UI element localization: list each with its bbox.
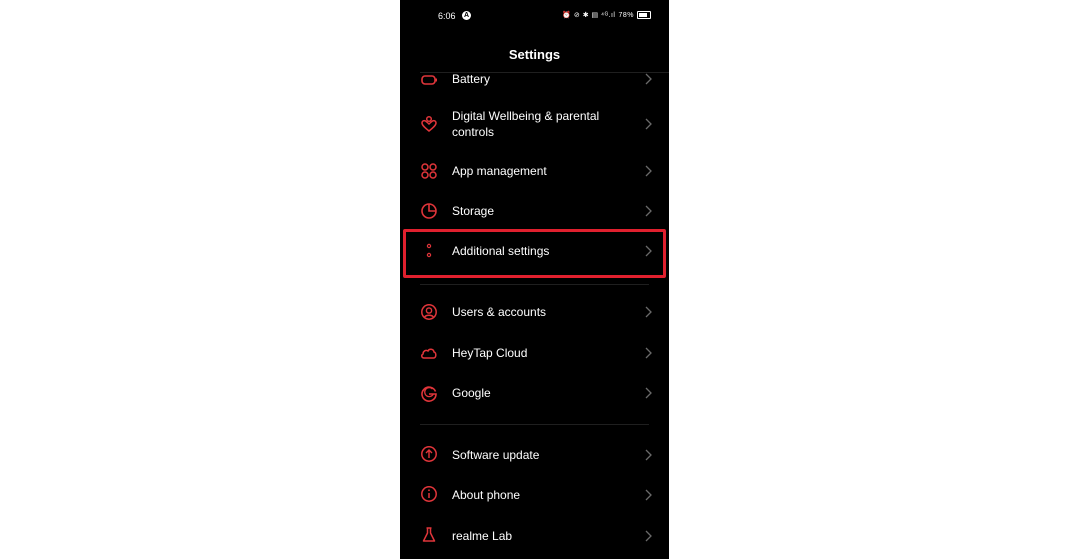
chevron-right-icon	[645, 530, 652, 542]
chevron-right-icon	[645, 347, 652, 359]
phone-screen: 6:06 A ⏰ ⊘ ✱ ▤ ⁴ᴳ.ıl 78% Settings Batter…	[400, 0, 669, 559]
section-divider	[420, 284, 649, 285]
settings-item-label: Battery	[452, 72, 491, 86]
settings-item-heytap-cloud[interactable]: HeyTap Cloud	[400, 343, 669, 363]
settings-item-label: Users & accounts	[452, 305, 547, 319]
status-bar: 6:06 A ⏰ ⊘ ✱ ▤ ⁴ᴳ.ıl 78%	[400, 11, 669, 25]
wellbeing-icon	[421, 115, 437, 132]
settings-item-label: Google	[452, 386, 491, 400]
battery-percent: 78%	[618, 11, 634, 19]
settings-item-label: HeyTap Cloud	[452, 346, 528, 360]
settings-item-label: Software update	[452, 448, 540, 462]
battery-icon	[421, 75, 437, 85]
settings-item-about-phone[interactable]: About phone	[400, 485, 669, 505]
settings-item-storage[interactable]: Storage	[400, 201, 669, 221]
chevron-right-icon	[645, 306, 652, 318]
page-title: Settings	[508, 47, 561, 62]
highlight-box	[403, 229, 666, 278]
status-time: 6:06	[438, 11, 456, 21]
user-icon	[421, 304, 437, 320]
settings-item-battery[interactable]: Battery	[400, 70, 669, 88]
chevron-right-icon	[645, 489, 652, 501]
settings-item-google[interactable]: Google	[400, 383, 669, 403]
info-icon	[421, 486, 437, 502]
apps-grid-icon	[421, 163, 437, 179]
update-arrow-icon	[421, 446, 437, 462]
settings-item-users-accounts[interactable]: Users & accounts	[400, 302, 669, 322]
chevron-right-icon	[645, 449, 652, 461]
settings-item-label: About phone	[452, 488, 521, 502]
settings-item-label: App management	[452, 164, 547, 178]
status-battery-icon	[637, 11, 651, 19]
settings-item-app-management[interactable]: App management	[400, 161, 669, 181]
chevron-right-icon	[645, 165, 652, 177]
chevron-right-icon	[645, 387, 652, 399]
storage-pie-icon	[421, 203, 437, 219]
chevron-right-icon	[645, 73, 652, 85]
chevron-right-icon	[645, 118, 652, 130]
chevron-right-icon	[645, 205, 652, 217]
flask-icon	[422, 527, 436, 542]
settings-item-label: realme Lab	[452, 529, 513, 543]
settings-item-label: Digital Wellbeing & parental controls	[452, 109, 600, 139]
settings-item-label: Storage	[452, 204, 495, 218]
settings-item-software-update[interactable]: Software update	[400, 445, 669, 465]
google-icon	[421, 386, 437, 402]
section-divider	[420, 424, 649, 425]
status-indicators: ⏰ ⊘ ✱ ▤ ⁴ᴳ.ıl 78%	[562, 11, 651, 19]
settings-item-digital-wellbeing[interactable]: Digital Wellbeing & parental controls	[400, 104, 669, 144]
notification-a-icon: A	[462, 11, 471, 20]
cloud-icon	[421, 348, 437, 359]
status-indicator-icons: ⏰ ⊘ ✱ ▤ ⁴ᴳ.ıl	[562, 12, 616, 19]
settings-item-realme-lab[interactable]: realme Lab	[400, 526, 669, 546]
